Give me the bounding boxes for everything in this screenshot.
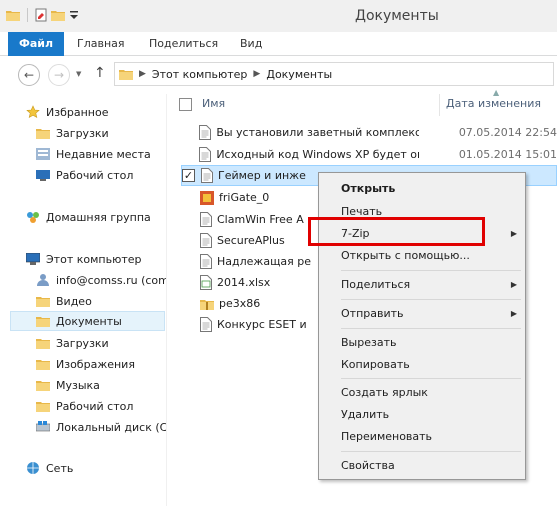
sort-indicator-icon: ▲ <box>493 88 500 97</box>
folder-icon <box>36 315 50 327</box>
nav-network[interactable]: Сеть <box>26 458 166 478</box>
forward-button[interactable]: → <box>48 64 70 86</box>
ribbon-tabs: Файл Главная Поделиться Вид <box>0 32 557 56</box>
quick-access-toolbar <box>6 8 79 22</box>
window-title: Документы <box>355 8 439 24</box>
menu-separator <box>341 299 521 300</box>
menu-item-open-with[interactable]: Открыть с помощью... <box>319 244 525 266</box>
menu-separator <box>341 328 521 329</box>
folder-icon <box>36 295 50 307</box>
folder-icon <box>36 358 50 370</box>
navigation-bar: ← → ▼ ↑ ▶ Этот компьютер ▶ Документы <box>0 56 557 94</box>
address-bar[interactable]: ▶ Этот компьютер ▶ Документы <box>114 62 554 86</box>
menu-item-cut[interactable]: Вырезать <box>319 331 525 353</box>
new-folder-icon[interactable] <box>51 9 65 21</box>
drive-icon <box>36 421 50 433</box>
nav-documents[interactable]: Документы <box>10 311 165 331</box>
tab-home[interactable]: Главная <box>77 32 125 56</box>
nav-downloads-pc[interactable]: Загрузки <box>36 333 166 353</box>
arrow-left-icon: ← <box>23 68 35 82</box>
arrow-right-icon: → <box>53 68 65 82</box>
tab-file[interactable]: Файл <box>8 32 64 56</box>
folder-icon[interactable] <box>6 9 20 21</box>
document-icon <box>200 254 212 269</box>
menu-item-delete[interactable]: Удалить <box>319 403 525 425</box>
menu-item-rename[interactable]: Переименовать <box>319 425 525 447</box>
menu-item-share[interactable]: Поделиться ▶ <box>319 273 525 295</box>
nav-user-folder[interactable]: info@comss.ru (com <box>36 270 166 290</box>
star-icon <box>26 105 40 119</box>
toolbar-separator <box>27 8 28 22</box>
up-button[interactable]: ↑ <box>94 65 106 81</box>
column-header-name[interactable]: Имя <box>202 97 225 110</box>
submenu-arrow-icon: ▶ <box>510 228 517 238</box>
nav-desktop[interactable]: Рабочий стол <box>36 165 166 185</box>
row-checkbox-checked[interactable]: ✓ <box>182 169 195 182</box>
nav-this-pc[interactable]: Этот компьютер <box>26 249 166 269</box>
submenu-arrow-icon: ▶ <box>510 308 517 318</box>
user-icon <box>36 273 50 287</box>
image-icon <box>200 190 214 205</box>
folder-icon <box>36 379 50 391</box>
recent-locations-chevron-icon[interactable]: ▼ <box>76 70 81 78</box>
menu-separator <box>341 378 521 379</box>
file-row[interactable]: Исходный код Windows XP будет оп... 01.0… <box>181 144 557 165</box>
column-header-date[interactable]: Дата изменения <box>446 97 541 110</box>
nav-favorites[interactable]: Избранное <box>26 102 166 122</box>
tab-view[interactable]: Вид <box>240 32 262 56</box>
breadcrumb-documents[interactable]: Документы <box>266 68 332 81</box>
nav-downloads[interactable]: Загрузки <box>36 123 166 143</box>
document-icon <box>201 168 213 183</box>
desktop-icon <box>36 169 50 181</box>
network-icon <box>26 461 40 475</box>
menu-separator <box>341 451 521 452</box>
file-row[interactable]: Вы установили заветный комплекс ... 07.0… <box>181 122 557 143</box>
annotation-highlight-box <box>308 217 485 246</box>
zip-folder-icon <box>200 298 214 310</box>
nav-video[interactable]: Видео <box>36 291 166 311</box>
computer-icon <box>26 253 40 265</box>
document-icon <box>199 147 212 162</box>
menu-item-send-to[interactable]: Отправить ▶ <box>319 302 525 324</box>
folder-icon <box>36 127 50 139</box>
nav-music[interactable]: Музыка <box>36 375 166 395</box>
title-bar: Документы <box>0 0 557 32</box>
folder-icon <box>36 337 50 349</box>
navigation-pane: Избранное Загрузки Недавние места Рабочи… <box>0 94 166 506</box>
breadcrumb-chevron-icon[interactable]: ▶ <box>139 69 146 79</box>
document-icon <box>200 233 212 248</box>
back-button[interactable]: ← <box>18 64 40 86</box>
select-all-checkbox[interactable] <box>179 98 192 111</box>
menu-item-properties[interactable]: Свойства <box>319 454 525 476</box>
document-icon <box>199 125 212 140</box>
menu-item-open[interactable]: Открыть <box>319 177 525 199</box>
tab-share[interactable]: Поделиться <box>149 32 218 56</box>
breadcrumb-chevron-icon[interactable]: ▶ <box>253 69 260 79</box>
folder-icon <box>36 400 50 412</box>
document-icon <box>200 317 212 332</box>
folder-icon <box>119 68 133 80</box>
properties-icon[interactable] <box>35 8 47 22</box>
spreadsheet-icon <box>200 275 212 290</box>
breadcrumb-this-pc[interactable]: Этот компьютер <box>152 68 248 81</box>
nav-homegroup[interactable]: Домашняя группа <box>26 207 166 227</box>
menu-item-copy[interactable]: Копировать <box>319 353 525 375</box>
nav-local-disk[interactable]: Локальный диск (С <box>36 417 166 437</box>
nav-pictures[interactable]: Изображения <box>36 354 166 374</box>
document-icon <box>200 212 212 227</box>
customize-toolbar-icon[interactable] <box>69 9 79 21</box>
column-separator[interactable] <box>439 94 440 116</box>
recent-places-icon <box>36 148 50 160</box>
menu-item-create-shortcut[interactable]: Создать ярлык <box>319 381 525 403</box>
nav-recent-places[interactable]: Недавние места <box>36 144 166 164</box>
submenu-arrow-icon: ▶ <box>510 279 517 289</box>
homegroup-icon <box>26 210 40 224</box>
menu-separator <box>341 270 521 271</box>
nav-desktop-pc[interactable]: Рабочий стол <box>36 396 166 416</box>
